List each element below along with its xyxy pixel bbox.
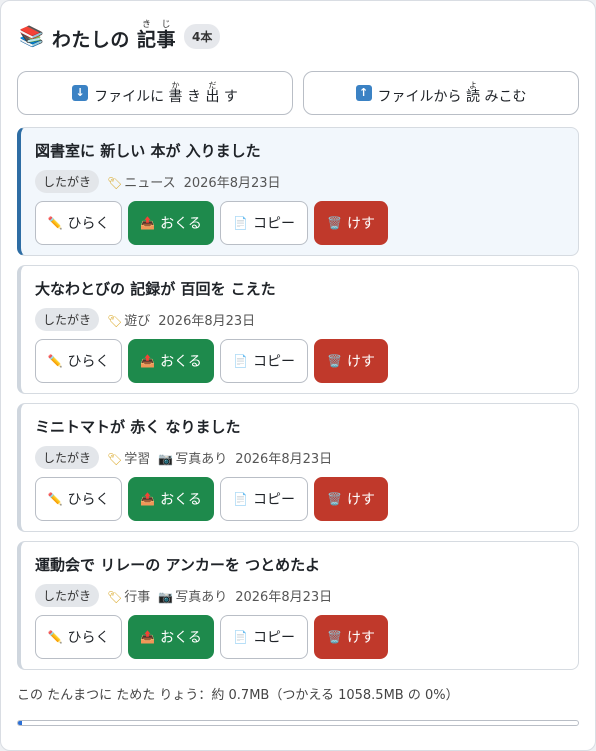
- trash-icon: 🗑️: [327, 216, 342, 230]
- open-button[interactable]: ✏️ ひらく: [35, 477, 122, 521]
- article-title: 大なわとびの 記録が 百回を こえた: [35, 280, 276, 298]
- page-icon: 📄: [233, 492, 248, 506]
- article-count-badge: 4本: [184, 23, 221, 49]
- articles-panel: 📚 わたしの 記事きじ 4本 ↓ ファイルに 書か き 出だ す ↑ ファイルか…: [0, 0, 596, 751]
- camera-icon: 📷: [158, 590, 174, 604]
- article-meta: したがき 🏷 遊び 2026年8月23日: [35, 308, 564, 331]
- status-badge: したがき: [35, 308, 100, 331]
- open-button[interactable]: ✏️ ひらく: [35, 339, 122, 383]
- file-io-row: ↓ ファイルに 書か き 出だ す ↑ ファイルから 読よ みこむ: [17, 71, 579, 115]
- article-date: 2026年8月23日: [158, 314, 256, 329]
- page-title: わたしの 記事きじ: [51, 20, 177, 51]
- send-button[interactable]: 📤 おくる: [128, 477, 214, 521]
- article-meta: したがき 🏷 ニュース 2026年8月23日: [35, 170, 564, 193]
- tag-label: 🏷 学習: [107, 452, 151, 467]
- copy-button[interactable]: 📄 コピー: [220, 615, 308, 659]
- article-date: 2026年8月23日: [235, 590, 333, 605]
- photo-label: 📷 写真あり: [158, 452, 228, 467]
- outbox-icon: 📤: [140, 216, 156, 230]
- article-actions: ✏️ ひらく 📤 おくる 📄 コピー 🗑️ けす: [35, 339, 564, 383]
- send-button[interactable]: 📤 おくる: [128, 339, 214, 383]
- article-title: 図書室に 新しい 本が 入りました: [35, 142, 261, 160]
- article-card[interactable]: 図書室に 新しい 本が 入りました したがき 🏷 ニュース 2026年8月23日 ✏…: [17, 127, 579, 256]
- tag-label: 🏷 ニュース: [107, 176, 176, 191]
- export-to-file-button[interactable]: ↓ ファイルに 書か き 出だ す: [17, 71, 293, 115]
- send-button[interactable]: 📤 おくる: [128, 615, 214, 659]
- books-icon: 📚: [19, 24, 44, 48]
- page-icon: 📄: [233, 216, 248, 230]
- article-date: 2026年8月23日: [235, 452, 333, 467]
- arrow-up-icon: ↑: [355, 85, 372, 101]
- status-badge: したがき: [35, 170, 100, 193]
- page-icon: 📄: [233, 354, 248, 368]
- delete-button[interactable]: 🗑️ けす: [314, 477, 388, 521]
- header: 📚 わたしの 記事きじ 4本: [17, 1, 579, 71]
- tag-label: 🏷 行事: [107, 590, 151, 605]
- page-icon: 📄: [233, 630, 248, 644]
- outbox-icon: 📤: [140, 492, 156, 506]
- article-actions: ✏️ ひらく 📤 おくる 📄 コピー 🗑️ けす: [35, 477, 564, 521]
- trash-icon: 🗑️: [327, 354, 342, 368]
- tag-icon: 🏷: [107, 176, 123, 190]
- article-list: 図書室に 新しい 本が 入りました したがき 🏷 ニュース 2026年8月23日 ✏…: [17, 127, 579, 670]
- outbox-icon: 📤: [140, 630, 156, 644]
- status-badge: したがき: [35, 584, 100, 607]
- trash-icon: 🗑️: [327, 492, 342, 506]
- pencil-icon: ✏️: [47, 630, 63, 644]
- storage-progress-bar: [17, 720, 579, 726]
- storage-usage-text: この たんまつに ためた りょう：約 0.7MB（つかえる 1058.5MB の…: [17, 688, 459, 703]
- pencil-icon: ✏️: [47, 492, 63, 506]
- camera-icon: 📷: [158, 452, 174, 466]
- status-badge: したがき: [35, 446, 100, 469]
- tag-icon: 🏷: [107, 452, 123, 466]
- export-label: ファイルに 書か き 出だ す: [94, 80, 238, 105]
- trash-icon: 🗑️: [327, 630, 342, 644]
- copy-button[interactable]: 📄 コピー: [220, 477, 308, 521]
- article-actions: ✏️ ひらく 📤 おくる 📄 コピー 🗑️ けす: [35, 201, 564, 245]
- open-button[interactable]: ✏️ ひらく: [35, 201, 122, 245]
- pencil-icon: ✏️: [47, 216, 63, 230]
- copy-button[interactable]: 📄 コピー: [220, 201, 308, 245]
- delete-button[interactable]: 🗑️ けす: [314, 201, 388, 245]
- tag-icon: 🏷: [107, 590, 123, 604]
- article-card[interactable]: 運動会で リレーの アンカーを つとめたよ したがき 🏷 行事 📷 写真あり 2026年…: [17, 541, 579, 670]
- pencil-icon: ✏️: [47, 354, 63, 368]
- import-label: ファイルから 読よ みこむ: [377, 80, 527, 105]
- article-date: 2026年8月23日: [183, 176, 281, 191]
- article-card[interactable]: ミニトマトが 赤く なりました したがき 🏷 学習 📷 写真あり 2026年8月23日 …: [17, 403, 579, 532]
- tag-label: 🏷 遊び: [107, 314, 151, 329]
- delete-button[interactable]: 🗑️ けす: [314, 339, 388, 383]
- article-title: ミニトマトが 赤く なりました: [35, 418, 241, 436]
- article-meta: したがき 🏷 行事 📷 写真あり 2026年8月23日: [35, 584, 564, 607]
- outbox-icon: 📤: [140, 354, 156, 368]
- article-meta: したがき 🏷 学習 📷 写真あり 2026年8月23日: [35, 446, 564, 469]
- article-card[interactable]: 大なわとびの 記録が 百回を こえた したがき 🏷 遊び 2026年8月23日 ✏️…: [17, 265, 579, 394]
- article-actions: ✏️ ひらく 📤 おくる 📄 コピー 🗑️ けす: [35, 615, 564, 659]
- arrow-down-icon: ↓: [72, 85, 89, 101]
- copy-button[interactable]: 📄 コピー: [220, 339, 308, 383]
- article-title: 運動会で リレーの アンカーを つとめたよ: [35, 556, 321, 574]
- storage-progress-fill: [18, 721, 22, 725]
- import-from-file-button[interactable]: ↑ ファイルから 読よ みこむ: [303, 71, 579, 115]
- photo-label: 📷 写真あり: [158, 590, 228, 605]
- tag-icon: 🏷: [107, 314, 123, 328]
- open-button[interactable]: ✏️ ひらく: [35, 615, 122, 659]
- delete-button[interactable]: 🗑️ けす: [314, 615, 388, 659]
- send-button[interactable]: 📤 おくる: [128, 201, 214, 245]
